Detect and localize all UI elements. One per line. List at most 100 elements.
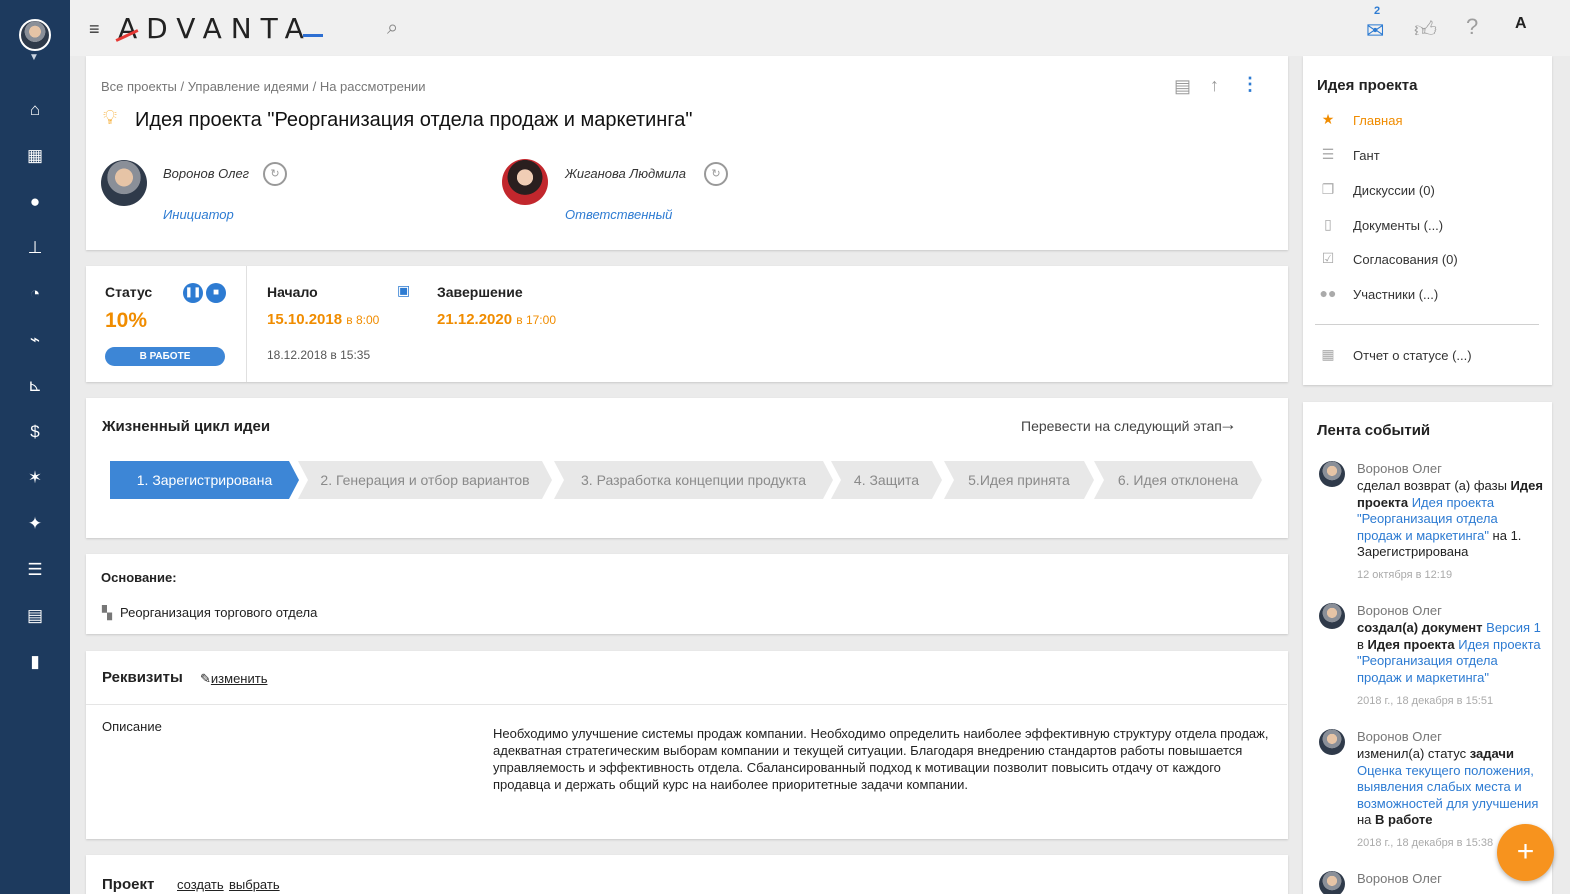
advanta-logo[interactable]: ADVANTA (118, 12, 313, 45)
menu-toggle-icon[interactable]: ≡ (89, 19, 100, 40)
start-date: 15.10.2018 в 8:00 (267, 311, 379, 328)
feed-text: сделал возврат (а) фазы Идея проекта Иде… (1357, 478, 1543, 561)
news-icon[interactable]: ▤ (24, 605, 46, 627)
pause-icon[interactable]: ❚❚ (183, 283, 203, 303)
create-project-link[interactable]: создать (177, 877, 224, 892)
idea-header-card: Все проекты / Управление идеями / На рас… (86, 56, 1288, 250)
feed-link[interactable]: Оценка текущего положения, выявления сла… (1357, 763, 1538, 811)
feed-time: 12 октября в 12:19 (1357, 569, 1453, 581)
user-avatar[interactable] (19, 19, 51, 51)
breadcrumb-item[interactable]: Все проекты (101, 79, 177, 94)
arrow-right-icon[interactable]: → (1219, 414, 1237, 435)
feed-time: 2018 г., 18 декабря в 15:38 (1357, 837, 1494, 849)
avatar[interactable] (1319, 461, 1345, 487)
nav-item-gantt[interactable]: ☰ Гант (1319, 146, 1539, 166)
bookmark-icon[interactable]: ▮ (24, 651, 46, 673)
feed-text-part: на (1357, 812, 1376, 827)
breadcrumb-item[interactable]: Управление идеями (188, 79, 309, 94)
feed-author[interactable]: Воронов Олег (1357, 729, 1442, 744)
org-structure-icon[interactable]: ⊥ (24, 237, 46, 259)
nav-item-main[interactable]: ★ Главная (1319, 111, 1539, 131)
feed-author[interactable]: Воронов Олег (1357, 461, 1442, 476)
feed-author[interactable]: Воронов Олег (1357, 871, 1442, 886)
help-icon[interactable]: ? (1466, 14, 1478, 40)
stage-1[interactable]: 1. Зарегистрирована (110, 461, 299, 499)
page-title: Идея проекта "Реорганизация отдела прода… (135, 109, 693, 131)
nav-item-label: Отчет о статусе (...) (1353, 348, 1472, 363)
pencil-icon: ✎ (200, 671, 211, 686)
stage-3[interactable]: 3. Разработка концепции продукта (554, 461, 833, 499)
basis-link[interactable]: Реорганизация торгового отдела (120, 605, 317, 620)
feed-link[interactable]: Версия 1 (1483, 620, 1541, 635)
nav-item-discussions[interactable]: ❐ Дискуссии (0) (1319, 181, 1539, 201)
stop-icon[interactable]: ■ (206, 283, 226, 303)
chevron-down-icon[interactable]: ▼ (29, 52, 39, 63)
status-badge[interactable]: В РАБОТЕ (105, 347, 225, 366)
star-icon: ★ (1321, 111, 1335, 127)
home-icon[interactable]: ⌂ (24, 99, 46, 121)
edit-link[interactable]: ✎изменить (200, 671, 267, 687)
mail-icon[interactable]: ✉ (1366, 18, 1384, 44)
documents-icon: ▯ (1324, 216, 1332, 232)
breadcrumb-item[interactable]: На рассмотрении (320, 79, 426, 94)
stage-5[interactable]: 5.Идея принята (944, 461, 1094, 499)
nav-item-documents[interactable]: ▯ Документы (...) (1319, 216, 1539, 236)
analytics-pie-icon[interactable]: ◔ (24, 283, 46, 305)
avatar[interactable] (1319, 729, 1345, 755)
change-person-icon[interactable]: ↻ (263, 162, 287, 186)
nav-item-status-report[interactable]: ▦ Отчет о статусе (...) (1319, 346, 1539, 366)
feed-text-part: в (1357, 636, 1368, 652)
stage-6[interactable]: 6. Идея отклонена (1094, 461, 1262, 499)
calendar-icon[interactable]: ▦ (24, 145, 46, 167)
nav-item-approvals[interactable]: ☑ Согласования (0) (1319, 250, 1539, 270)
start-time-value: в 8:00 (346, 313, 380, 327)
end-date-value: 21.12.2020 (437, 311, 513, 328)
stage-2[interactable]: 2. Генерация и отбор вариантов (298, 461, 552, 499)
feed-text-bold: В работе (1375, 812, 1433, 827)
feed-text: изменил(а) статус задачи Оценка текущего… (1357, 746, 1543, 829)
feed-text: создал(а) документ Версия 1 в Идея проек… (1357, 620, 1543, 686)
more-vertical-icon[interactable]: ⋮ (1241, 74, 1259, 95)
reports-icon[interactable]: ⊾ (24, 375, 46, 397)
statistics-icon[interactable]: ⌁ (24, 329, 46, 351)
left-nav-sidebar: ▼ ⌂ ▦ ● ⊥ ◔ ⌁ ⊾ $ ✶ ✦ ☰ ▤ ▮ (0, 0, 70, 894)
contacts-icon[interactable]: ● (24, 191, 46, 213)
responsible-avatar[interactable] (502, 159, 548, 205)
add-fab-button[interactable]: + (1497, 824, 1554, 881)
avatar[interactable] (1319, 603, 1345, 629)
thumbs-up-icon[interactable]: 👍︎ (1414, 16, 1437, 43)
nav-item-participants[interactable]: ●● Участники (...) (1319, 285, 1539, 305)
finance-icon[interactable]: $ (24, 421, 46, 443)
lifecycle-title: Жизненный цикл идеи (102, 418, 271, 435)
responsible-name[interactable]: Жиганова Людмила (565, 166, 686, 181)
calendar-icon[interactable]: ▣ (397, 282, 410, 299)
event-feed-panel: Лента событий Воронов Олег сделал возвра… (1303, 402, 1552, 894)
next-stage-button[interactable]: Перевести на следующий этап (1021, 418, 1222, 434)
arrow-up-icon[interactable]: ↑ (1210, 75, 1219, 96)
initiator-avatar[interactable] (101, 160, 147, 206)
stage-4[interactable]: 4. Защита (831, 461, 942, 499)
discussions-icon: ❐ (1321, 181, 1335, 197)
status-label: Статус (105, 284, 153, 300)
responsible-role: Ответственный (565, 207, 673, 222)
status-percent: 10% (105, 309, 148, 332)
feed-title: Лента событий (1317, 422, 1431, 439)
initiator-name[interactable]: Воронов Олег (163, 166, 249, 181)
change-person-icon[interactable]: ↻ (704, 162, 728, 186)
nav-item-label: Дискуссии (0) (1353, 183, 1435, 198)
divider (1315, 324, 1539, 325)
tasks-icon[interactable]: ☰ (24, 559, 46, 581)
feed-text-bold: Идея проекта (1367, 636, 1455, 652)
end-date: 21.12.2020 в 17:00 (437, 311, 556, 328)
choose-project-link[interactable]: выбрать (229, 877, 280, 892)
basis-card: Основание: ▚ Реорганизация торгового отд… (86, 554, 1288, 634)
document-icon[interactable]: ▤ (1174, 76, 1191, 97)
nav-item-label: Согласования (0) (1353, 252, 1458, 267)
activity-icon[interactable]: ✶ (24, 467, 46, 489)
search-icon[interactable]: ⌕ (387, 17, 398, 40)
feed-text-part: сделал возврат (а) фазы (1357, 478, 1511, 493)
feed-author[interactable]: Воронов Олег (1357, 603, 1442, 618)
user-menu-icon[interactable]: A (1515, 15, 1533, 37)
avatar[interactable] (1319, 871, 1345, 894)
ideas-sparkle-icon[interactable]: ✦ (24, 513, 46, 535)
